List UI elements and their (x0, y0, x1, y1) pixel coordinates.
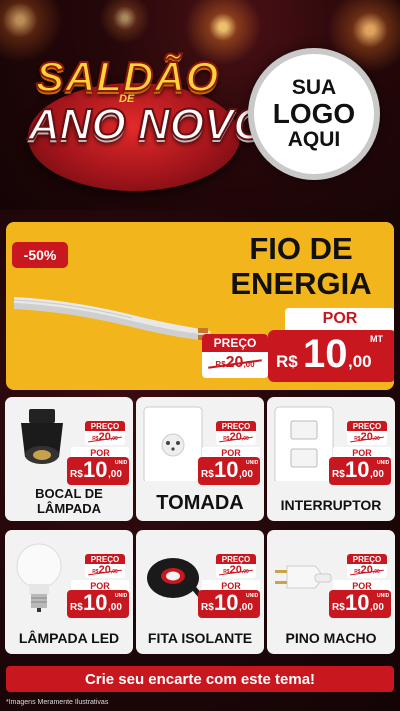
insulating-tape-icon (147, 558, 206, 602)
product-card[interactable]: PREÇO R$20,00 POR R$ 10,00 UNID PINO MACHO (267, 530, 395, 654)
old-price-box: PREÇO R$20,00 (85, 554, 125, 578)
power-outlet-icon (143, 406, 203, 481)
old-price-box: PREÇO R$20,00 (85, 421, 125, 445)
old-price-box: PREÇO R$20,00 (347, 554, 387, 578)
featured-product-card[interactable]: -50% FIO DE ENERGIA POR PREÇO R$20,00 R$… (6, 222, 394, 390)
product-name: INTERRUPTOR (280, 496, 382, 513)
firework-decoration (95, 0, 155, 48)
product-name: BOCAL DE LÂMPADA (35, 486, 103, 517)
product-card[interactable]: PREÇO R$20,00 POR R$ 10,00 UNID TOMADA (136, 397, 264, 521)
product-card[interactable]: PREÇO R$20,00 POR R$ 10,00 UNID INTERRUPTOR (267, 397, 395, 521)
old-price-box: PREÇO R$20,00 (216, 421, 256, 445)
logo-text-line2: LOGO (272, 98, 356, 130)
header-banner: SALDÃO DE ANO NOVO SUA LOGO AQUI (0, 0, 400, 215)
product-card[interactable]: PREÇO R$20,00 POR R$ 10,00 UNID FITA ISOLAN… (136, 530, 264, 654)
price-currency: R$ (276, 352, 298, 371)
preco-label: PREÇO (202, 334, 268, 352)
price-cents: ,00 (348, 352, 372, 371)
title-line2: ANO NOVO (27, 99, 269, 150)
led-bulb-icon (16, 543, 62, 612)
old-price-box: PREÇO R$20,00 (202, 334, 268, 378)
cta-banner[interactable]: Crie seu encarte com este tema! (6, 666, 394, 692)
product-card[interactable]: PREÇO R$20,00 POR R$ 10,00 UNID LÂMPADA LED (5, 530, 133, 654)
product-card[interactable]: PREÇO R$20,00 POR R$ 10,00 UNID BOCAL DE LÂ… (5, 397, 133, 521)
new-price-box: R$ 10,00 UNID (329, 590, 391, 618)
sale-title: SALDÃO DE ANO NOVO (22, 45, 269, 195)
old-price: R$20,00 (202, 354, 268, 372)
old-price-box: PREÇO R$20,00 (347, 421, 387, 445)
cable-icon (13, 297, 211, 340)
logo-placeholder[interactable]: SUA LOGO AQUI (248, 48, 380, 180)
price-integer: 10 (303, 332, 348, 376)
product-name: LÂMPADA LED (18, 629, 120, 646)
logo-text-line1: SUA (291, 76, 337, 100)
por-label: POR (285, 308, 394, 330)
new-price-box: R$ 10,00 UNID (67, 457, 129, 485)
new-price-box: R$ 10,00 UNID (67, 590, 129, 618)
new-price-box: R$ 10,00 UNID (329, 457, 391, 485)
footnote: *Imagens Meramente Ilustrativas (6, 699, 109, 706)
light-switch-icon (274, 406, 334, 481)
old-price-box: PREÇO R$20,00 (216, 554, 256, 578)
logo-text-line3: AQUI (287, 127, 341, 151)
price-unit: MT (370, 334, 383, 344)
plug-icon (275, 565, 332, 589)
new-price-box: R$ 10,00 UNID (198, 590, 260, 618)
featured-product-name: FIO DE ENERGIA (230, 231, 372, 301)
new-price-box: R$ 10,00 UNID (198, 457, 260, 485)
product-name: TOMADA (156, 492, 244, 514)
product-name: FITA ISOLANTE (147, 629, 253, 646)
discount-badge: -50% (12, 242, 68, 268)
lamp-socket-icon (21, 409, 63, 464)
new-price-box: R$ 10 ,00 MT (268, 330, 394, 382)
product-name: PINO MACHO (285, 629, 377, 646)
